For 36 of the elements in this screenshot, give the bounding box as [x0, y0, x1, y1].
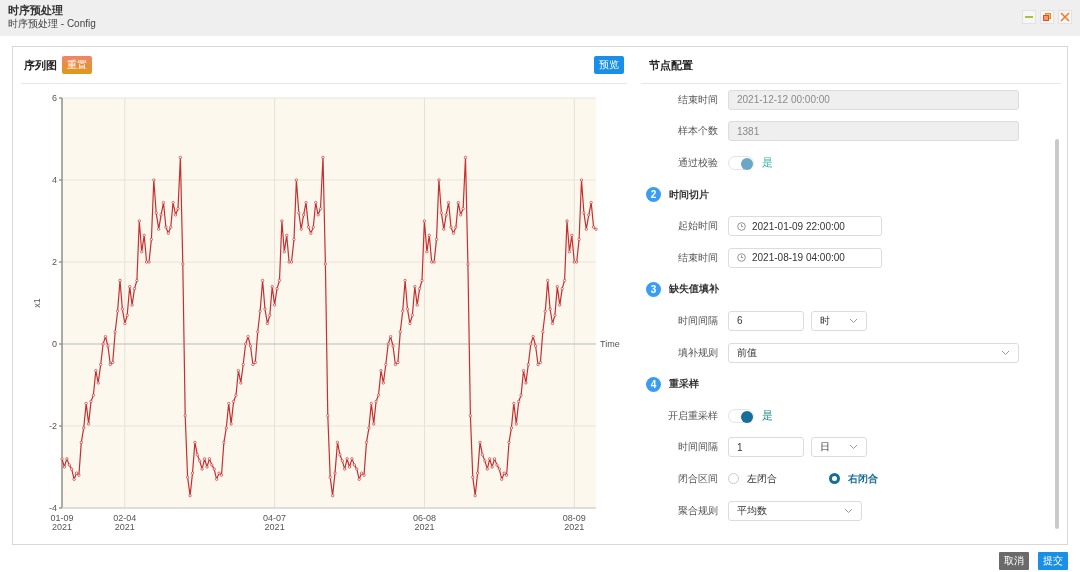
- y-tick-label: 0: [52, 339, 57, 349]
- y-tick-label: 4: [52, 175, 57, 185]
- field-label: 结束时间: [677, 92, 718, 107]
- toggle-text: 是: [762, 155, 773, 171]
- step-title: 时间切片: [669, 187, 709, 202]
- field-label: 聚合规则: [677, 503, 718, 518]
- x-tick-label: 02-04 2021: [113, 513, 137, 532]
- step-number: 3: [646, 281, 661, 297]
- panel-title: 节点配置: [641, 47, 1061, 84]
- y-tick-label: -4: [49, 503, 57, 513]
- step-title: 缺失值填补: [669, 282, 719, 297]
- field-label: 闭合区间: [677, 471, 718, 486]
- x-axis-title: Time: [600, 339, 620, 349]
- field-label: 结束时间: [677, 250, 718, 265]
- y-tick-label: 6: [52, 93, 57, 103]
- x-tick-label: 01-09 2021: [50, 513, 74, 532]
- y-axis-title: x1: [32, 298, 42, 308]
- panel-title: 序列图: [24, 57, 57, 73]
- field-label: 时间间隔: [677, 313, 718, 328]
- step-title: 重采样: [669, 377, 699, 392]
- x-tick-label: 06-08 2021: [412, 513, 436, 532]
- toggle-text: 是: [762, 408, 773, 424]
- window-subtitle: 时序预处理 - Config: [8, 17, 96, 30]
- step-number: 2: [646, 187, 661, 203]
- field-label: 通过校验: [677, 156, 718, 170]
- x-tick-label: 08-09 2021: [562, 513, 586, 532]
- window-title: 时序预处理: [8, 3, 64, 17]
- field-label: 样本个数: [677, 124, 718, 139]
- step-number: 4: [646, 376, 661, 392]
- x-tick-label: 04-07 2021: [263, 513, 287, 532]
- y-tick-label: -2: [49, 421, 57, 431]
- field-label: 开启重采样: [667, 408, 718, 423]
- field-label: 起始时间: [677, 219, 718, 234]
- field-label: 时间间隔: [677, 440, 718, 455]
- y-tick-label: 2: [52, 257, 57, 267]
- field-label: 填补规则: [677, 345, 718, 360]
